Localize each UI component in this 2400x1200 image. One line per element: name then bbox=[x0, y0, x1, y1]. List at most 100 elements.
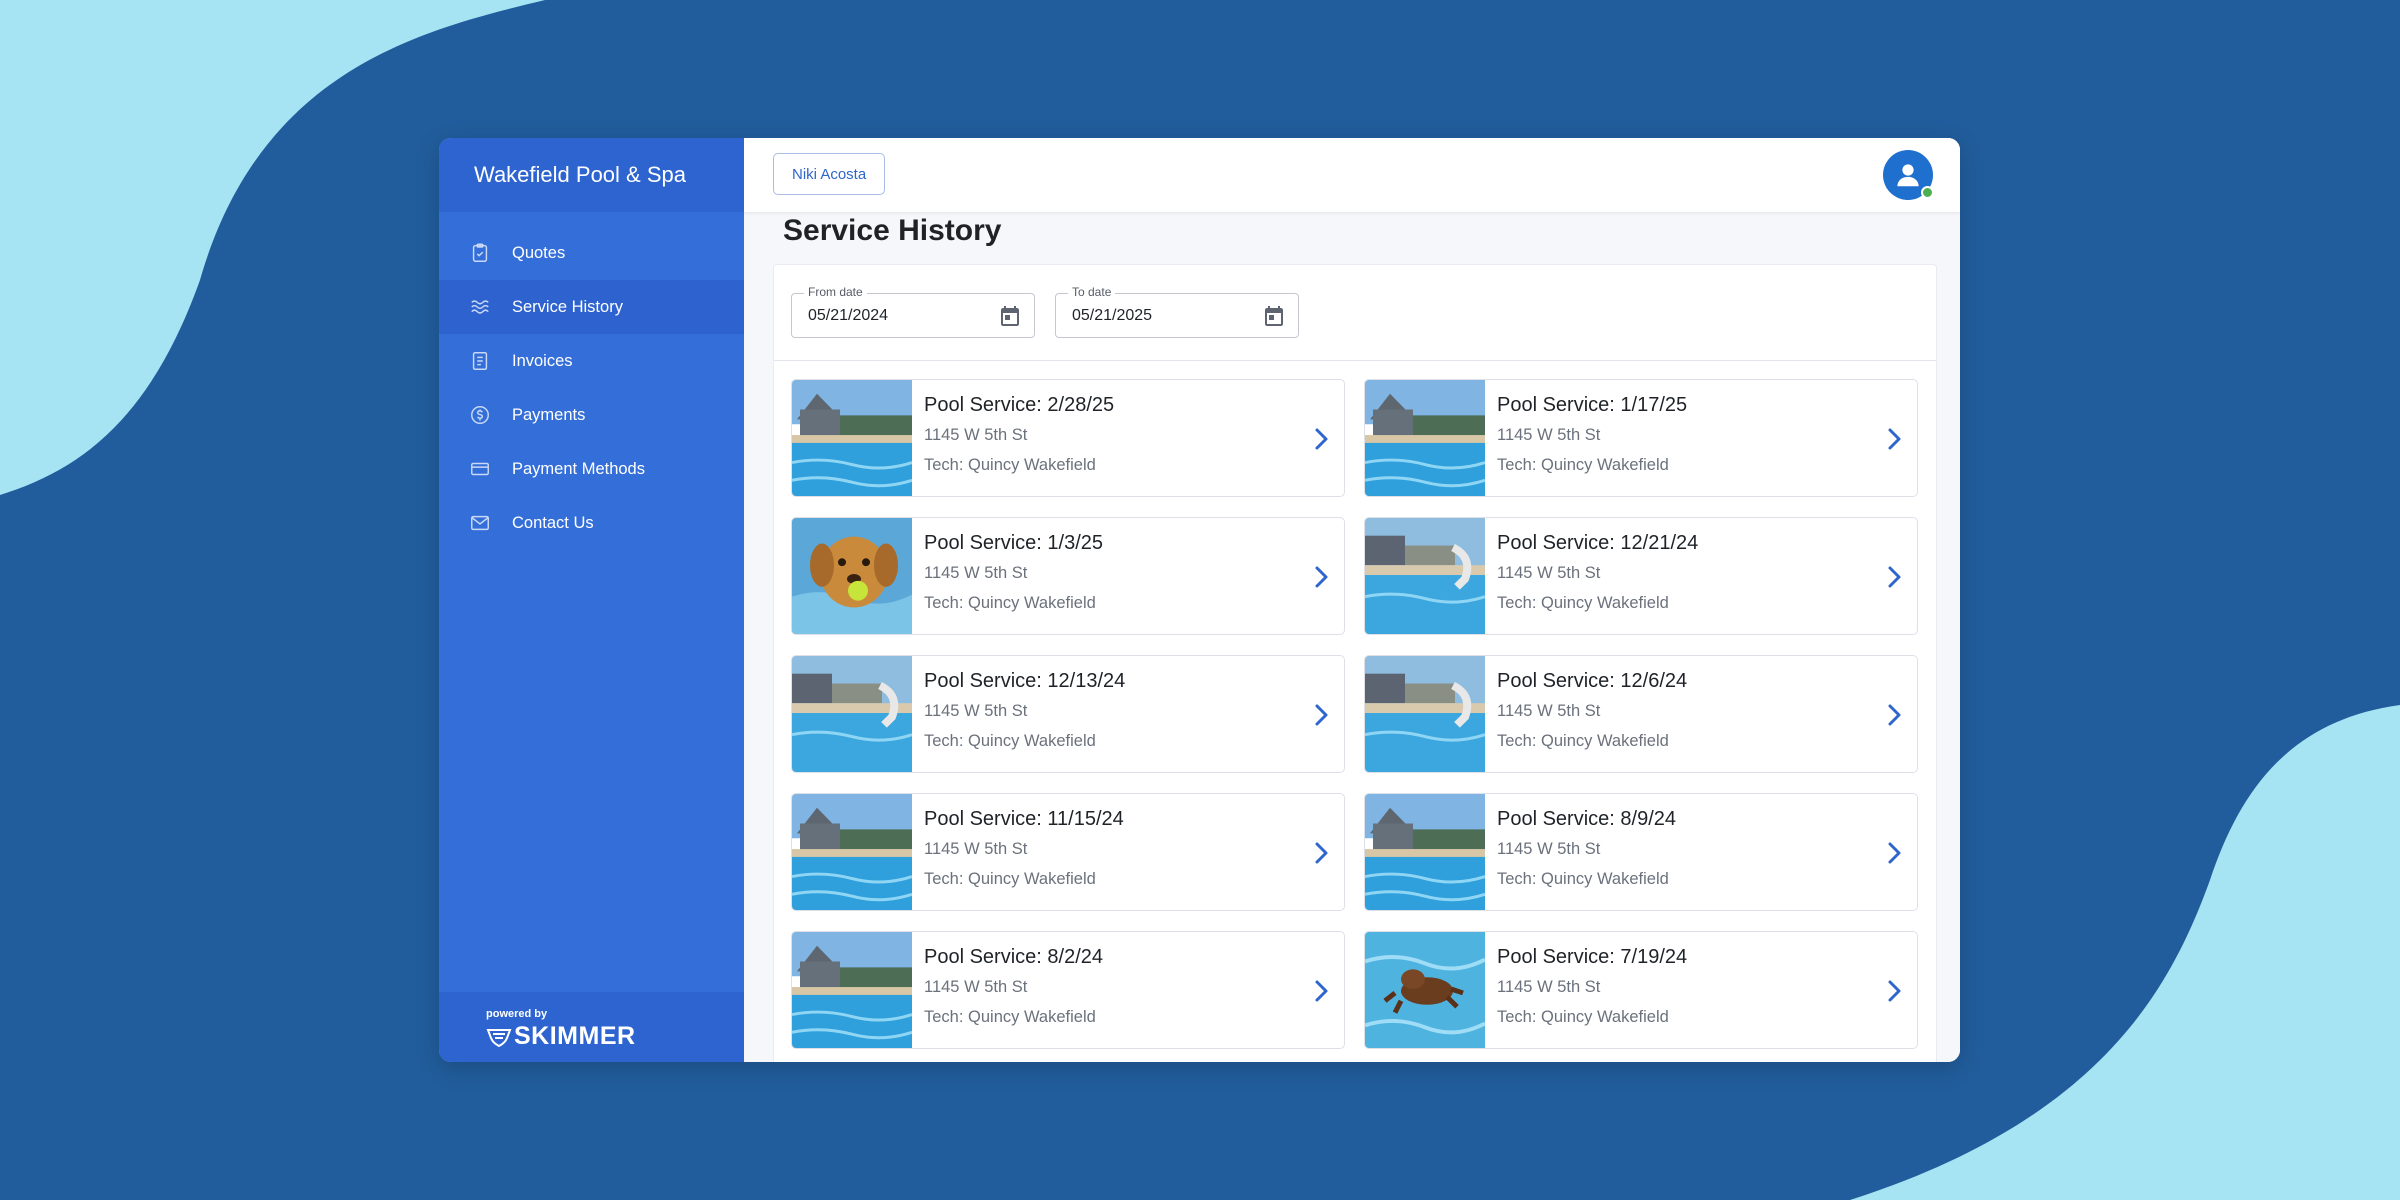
service-tech: Tech: Quincy Wakefield bbox=[1497, 870, 1669, 888]
sidebar-item-label: Contact Us bbox=[512, 513, 594, 532]
service-address: 1145 W 5th St bbox=[1497, 978, 1601, 996]
to-date-value: 05/21/2025 bbox=[1072, 306, 1153, 324]
chevron-right-icon[interactable] bbox=[1310, 426, 1332, 452]
pool-house-photo bbox=[1365, 794, 1485, 910]
service-title: Pool Service: 11/15/24 bbox=[924, 808, 1124, 830]
sidebar-item-label: Payments bbox=[512, 405, 586, 424]
top-bar: Niki Acosta bbox=[744, 138, 1960, 212]
calendar-icon[interactable] bbox=[998, 304, 1022, 328]
app-window: Wakefield Pool & Spa Quotes Service Hist… bbox=[439, 138, 1960, 1062]
sidebar-nav: Quotes Service History Invoices Payments bbox=[439, 226, 744, 550]
pool-slide-photo bbox=[1365, 518, 1485, 634]
dog-swimming-photo bbox=[1365, 932, 1485, 1048]
service-title: Pool Service: 12/6/24 bbox=[1497, 670, 1688, 692]
service-title: Pool Service: 12/21/24 bbox=[1497, 532, 1699, 554]
service-tech: Tech: Quincy Wakefield bbox=[1497, 456, 1669, 474]
service-card[interactable]: Pool Service: 8/2/24 1145 W 5th St Tech: Q… bbox=[791, 931, 1345, 1049]
service-card-body: Pool Service: 11/15/24 1145 W 5th St Tech:… bbox=[912, 794, 1124, 910]
service-address: 1145 W 5th St bbox=[924, 978, 1028, 996]
service-card-body: Pool Service: 8/2/24 1145 W 5th St Tech: Q… bbox=[912, 932, 1103, 1048]
service-title: Pool Service: 1/17/25 bbox=[1497, 394, 1688, 416]
service-title: Pool Service: 1/3/25 bbox=[924, 532, 1103, 554]
service-address: 1145 W 5th St bbox=[1497, 702, 1601, 720]
service-card[interactable]: Pool Service: 12/6/24 1145 W 5th St Tech: … bbox=[1364, 655, 1918, 773]
service-card-body: Pool Service: 1/17/25 1145 W 5th St Tech: … bbox=[1485, 380, 1687, 496]
document-icon bbox=[468, 349, 492, 373]
chevron-right-icon[interactable] bbox=[1883, 978, 1905, 1004]
service-history-panel: From date 05/21/2024 To date 05/21/2025 … bbox=[773, 264, 1937, 1062]
sidebar-item-payments[interactable]: Payments bbox=[439, 388, 744, 442]
chevron-right-icon[interactable] bbox=[1883, 702, 1905, 728]
sidebar-item-label: Payment Methods bbox=[512, 459, 645, 478]
pool-house-photo bbox=[792, 380, 912, 496]
service-title: Pool Service: 2/28/25 bbox=[924, 394, 1115, 416]
user-avatar-icon bbox=[1897, 164, 1919, 187]
chevron-right-icon[interactable] bbox=[1883, 426, 1905, 452]
main-content: Niki Acosta Service History From date 05… bbox=[744, 138, 1960, 1062]
calendar-icon[interactable] bbox=[1262, 304, 1286, 328]
service-tech: Tech: Quincy Wakefield bbox=[1497, 594, 1669, 612]
sidebar-item-payment-methods[interactable]: Payment Methods bbox=[439, 442, 744, 496]
service-tech: Tech: Quincy Wakefield bbox=[1497, 732, 1669, 750]
clipboard-check-icon bbox=[468, 241, 492, 265]
service-card[interactable]: Pool Service: 11/15/24 1145 W 5th St Tech:… bbox=[791, 793, 1345, 911]
pool-house-photo bbox=[1365, 380, 1485, 496]
service-card[interactable]: Pool Service: 2/28/25 1145 W 5th St Tech: … bbox=[791, 379, 1345, 497]
chevron-right-icon[interactable] bbox=[1883, 564, 1905, 590]
from-date-label: From date bbox=[804, 285, 867, 299]
skimmer-logo: SKIMMER bbox=[486, 1022, 744, 1051]
pool-house-photo bbox=[792, 794, 912, 910]
service-tech: Tech: Quincy Wakefield bbox=[924, 732, 1096, 750]
sidebar-item-label: Quotes bbox=[512, 243, 566, 262]
service-card-body: Pool Service: 8/9/24 1145 W 5th St Tech: Q… bbox=[1485, 794, 1676, 910]
service-card-body: Pool Service: 7/19/24 1145 W 5th St Tech: … bbox=[1485, 932, 1687, 1048]
brand-title: Wakefield Pool & Spa bbox=[439, 138, 744, 212]
service-card-list: Pool Service: 2/28/25 1145 W 5th St Tech: … bbox=[791, 379, 1921, 1049]
service-tech: Tech: Quincy Wakefield bbox=[1497, 1008, 1669, 1026]
service-card-body: Pool Service: 12/6/24 1145 W 5th St Tech: … bbox=[1485, 656, 1687, 772]
powered-by-footer: powered by SKIMMER bbox=[439, 992, 744, 1062]
service-tech: Tech: Quincy Wakefield bbox=[924, 870, 1096, 888]
service-address: 1145 W 5th St bbox=[924, 840, 1028, 858]
sidebar-item-label: Service History bbox=[512, 297, 623, 316]
sidebar-item-service-history[interactable]: Service History bbox=[439, 280, 744, 334]
pool-slide-photo bbox=[792, 656, 912, 772]
service-card[interactable]: Pool Service: 8/9/24 1145 W 5th St Tech: Q… bbox=[1364, 793, 1918, 911]
service-address: 1145 W 5th St bbox=[1497, 840, 1601, 858]
service-title: Pool Service: 8/2/24 bbox=[924, 946, 1103, 968]
service-title: Pool Service: 12/13/24 bbox=[924, 670, 1126, 692]
skimmer-wordmark: SKIMMER bbox=[514, 1022, 636, 1050]
chevron-right-icon[interactable] bbox=[1883, 840, 1905, 866]
sidebar-item-contact-us[interactable]: Contact Us bbox=[439, 496, 744, 550]
service-card[interactable]: Pool Service: 1/17/25 1145 W 5th St Tech: … bbox=[1364, 379, 1918, 497]
chevron-right-icon[interactable] bbox=[1310, 564, 1332, 590]
service-address: 1145 W 5th St bbox=[924, 564, 1028, 582]
pool-house-photo bbox=[792, 932, 912, 1048]
sidebar-item-quotes[interactable]: Quotes bbox=[439, 226, 744, 280]
chevron-right-icon[interactable] bbox=[1310, 840, 1332, 866]
service-card[interactable]: Pool Service: 12/13/24 1145 W 5th St Tech:… bbox=[791, 655, 1345, 773]
chevron-right-icon[interactable] bbox=[1310, 702, 1332, 728]
service-address: 1145 W 5th St bbox=[924, 426, 1028, 444]
user-avatar-button[interactable] bbox=[1883, 150, 1934, 200]
service-card-body: Pool Service: 2/28/25 1145 W 5th St Tech: … bbox=[912, 380, 1114, 496]
service-tech: Tech: Quincy Wakefield bbox=[924, 594, 1096, 612]
service-card[interactable]: Pool Service: 12/21/24 1145 W 5th St Tech:… bbox=[1364, 517, 1918, 635]
service-card[interactable]: Pool Service: 7/19/24 1145 W 5th St Tech: … bbox=[1364, 931, 1918, 1049]
sidebar-item-label: Invoices bbox=[512, 351, 573, 370]
chevron-right-icon[interactable] bbox=[1310, 978, 1332, 1004]
to-date-label: To date bbox=[1068, 285, 1116, 299]
pool-slide-photo bbox=[1365, 656, 1485, 772]
page-title: Service History bbox=[783, 214, 1002, 247]
service-title: Pool Service: 8/9/24 bbox=[1497, 808, 1676, 830]
service-title: Pool Service: 7/19/24 bbox=[1497, 946, 1688, 968]
service-card[interactable]: Pool Service: 1/3/25 1145 W 5th St Tech: Q… bbox=[791, 517, 1345, 635]
user-name-button[interactable]: Niki Acosta bbox=[773, 153, 886, 195]
from-date-value: 05/21/2024 bbox=[808, 306, 889, 324]
from-date-field[interactable]: From date 05/21/2024 bbox=[791, 285, 1035, 338]
sidebar-item-invoices[interactable]: Invoices bbox=[439, 334, 744, 388]
service-address: 1145 W 5th St bbox=[924, 702, 1028, 720]
service-tech: Tech: Quincy Wakefield bbox=[924, 456, 1096, 474]
service-card-body: Pool Service: 12/13/24 1145 W 5th St Tech:… bbox=[912, 656, 1125, 772]
to-date-field[interactable]: To date 05/21/2025 bbox=[1055, 285, 1299, 338]
